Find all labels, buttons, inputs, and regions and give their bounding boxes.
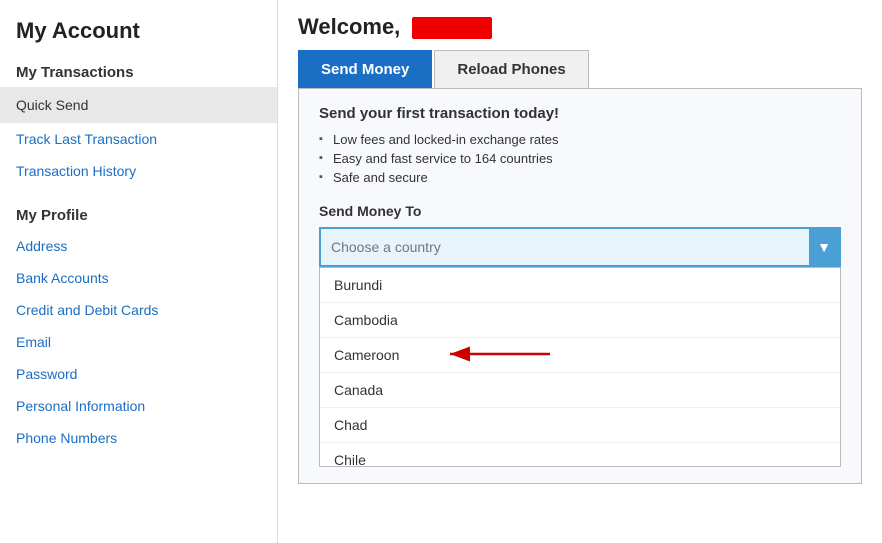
country-option-cameroon[interactable]: Cameroon bbox=[320, 338, 840, 373]
country-dropdown-list[interactable]: Burundi Cambodia Cameroon bbox=[319, 267, 841, 467]
sidebar-item-address[interactable]: Address bbox=[0, 230, 277, 262]
promo-item-1: Low fees and locked-in exchange rates bbox=[319, 130, 841, 149]
country-selector[interactable]: ▼ bbox=[319, 227, 841, 267]
country-dropdown-button[interactable]: ▼ bbox=[809, 229, 839, 265]
welcome-text: Welcome, bbox=[298, 14, 400, 39]
annotation-arrow bbox=[440, 340, 560, 370]
sidebar-item-track-last[interactable]: Track Last Transaction bbox=[0, 123, 277, 155]
profile-section-title: My Profile bbox=[0, 197, 277, 230]
sidebar-title: My Account bbox=[0, 0, 277, 54]
country-option-cambodia[interactable]: Cambodia bbox=[320, 303, 840, 338]
country-option-chile[interactable]: Chile bbox=[320, 443, 840, 467]
sidebar-item-personal-info[interactable]: Personal Information bbox=[0, 390, 277, 422]
tab-reload-phones[interactable]: Reload Phones bbox=[434, 50, 588, 88]
country-option-chad[interactable]: Chad bbox=[320, 408, 840, 443]
send-money-to-label: Send Money To bbox=[319, 203, 841, 219]
chevron-down-icon: ▼ bbox=[817, 239, 831, 255]
sidebar-item-bank-accounts[interactable]: Bank Accounts bbox=[0, 262, 277, 294]
content-panel: Send your first transaction today! Low f… bbox=[298, 88, 862, 484]
sidebar-item-email[interactable]: Email bbox=[0, 326, 277, 358]
country-input[interactable] bbox=[321, 231, 809, 263]
promo-item-3: Safe and secure bbox=[319, 168, 841, 187]
promo-list: Low fees and locked-in exchange rates Ea… bbox=[319, 130, 841, 187]
sidebar-item-phone-numbers[interactable]: Phone Numbers bbox=[0, 422, 277, 454]
promo-item-2: Easy and fast service to 164 countries bbox=[319, 149, 841, 168]
promo-title: Send your first transaction today! bbox=[319, 105, 841, 122]
user-name-redacted bbox=[412, 17, 492, 39]
page-header: Welcome, bbox=[278, 0, 882, 50]
transactions-section-title: My Transactions bbox=[0, 54, 277, 87]
sidebar-item-transaction-history[interactable]: Transaction History bbox=[0, 155, 277, 187]
main-content: Welcome, Send Money Reload Phones Send y… bbox=[278, 0, 882, 543]
country-option-canada[interactable]: Canada bbox=[320, 373, 840, 408]
country-option-burundi[interactable]: Burundi bbox=[320, 268, 840, 303]
tabs-container: Send Money Reload Phones bbox=[298, 50, 882, 88]
tab-send-money[interactable]: Send Money bbox=[298, 50, 432, 88]
sidebar: My Account My Transactions Quick Send Tr… bbox=[0, 0, 278, 543]
sidebar-item-credit-cards[interactable]: Credit and Debit Cards bbox=[0, 294, 277, 326]
sidebar-item-quick-send[interactable]: Quick Send bbox=[0, 87, 277, 123]
sidebar-item-password[interactable]: Password bbox=[0, 358, 277, 390]
